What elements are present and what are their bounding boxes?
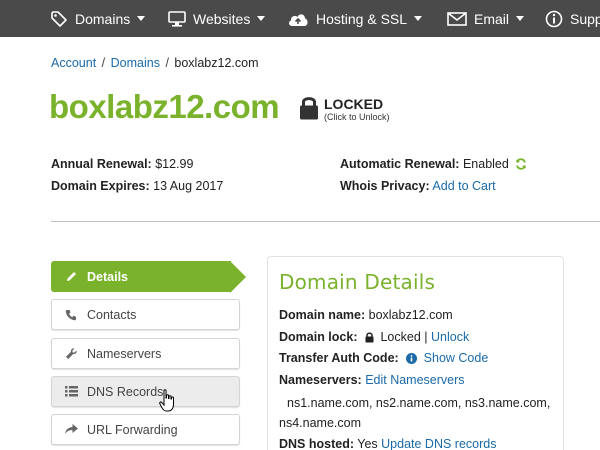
lock-hint: (Click to Unlock) [324, 112, 390, 122]
nav-support[interactable]: Supp [545, 0, 600, 37]
lock-status-label: LOCKED [324, 96, 384, 112]
info-circle-icon [406, 353, 418, 364]
top-navigation-bar: Domains Websites Hosting & SSL Email Sup… [0, 0, 600, 37]
nav-email-label: Email [474, 10, 510, 27]
sidenav-contacts[interactable]: Contacts [51, 299, 240, 330]
show-code-link[interactable]: Show Code [424, 351, 489, 365]
chevron-down-icon [414, 16, 423, 21]
annual-renewal: Annual Renewal: $12.99 [51, 157, 193, 171]
detail-domain-name: Domain name: boxlabz12.com [279, 308, 453, 322]
edit-nameservers-link[interactable]: Edit Nameservers [365, 373, 464, 387]
nameserver-list-line-1: ns1.name.com, ns2.name.com, ns3.name.com… [287, 396, 551, 410]
domain-expires-value: 13 Aug 2017 [153, 179, 224, 193]
refresh-icon[interactable] [515, 158, 527, 170]
nav-domains-label: Domains [75, 10, 131, 27]
nav-websites-label: Websites [193, 10, 251, 27]
share-arrow-icon [55, 424, 87, 435]
detail-transfer-auth: Transfer Auth Code: Show Code [279, 351, 488, 365]
detail-domain-lock-label: Domain lock: [279, 330, 358, 344]
detail-domain-lock: Domain lock: Locked | Unlock [279, 330, 469, 344]
breadcrumb-current: boxlabz12.com [174, 56, 259, 70]
sidenav-nameservers[interactable]: Nameservers [51, 338, 240, 369]
nameserver-list-line-2: ns4.name.com [279, 416, 361, 430]
padlock-icon [300, 97, 318, 120]
phone-icon [55, 309, 87, 321]
list-icon [55, 386, 87, 397]
lock-toggle[interactable]: LOCKED (Click to Unlock) [299, 95, 390, 122]
page-title: boxlabz12.com [49, 88, 280, 125]
detail-domain-name-label: Domain name: [279, 308, 366, 322]
cloud-upload-icon [289, 13, 308, 26]
section-divider [51, 221, 600, 222]
chevron-down-icon [516, 16, 525, 21]
automatic-renewal-label: Automatic Renewal: [340, 157, 460, 171]
sidenav-dns-records-label: DNS Records [87, 384, 164, 399]
sidenav-details[interactable]: Details [51, 261, 246, 293]
add-to-cart-link[interactable]: Add to Cart [432, 179, 495, 193]
small-lock-icon [365, 332, 374, 343]
nav-support-label: Supp [570, 10, 600, 27]
breadcrumb-separator: / [101, 56, 106, 70]
detail-nameservers: Nameservers: Edit Nameservers [279, 373, 465, 387]
monitor-icon [168, 10, 186, 27]
detail-nameservers-label: Nameservers: [279, 373, 362, 387]
chevron-down-icon [257, 16, 266, 21]
hand-cursor-icon [159, 389, 174, 412]
automatic-renewal-value: Enabled [462, 157, 509, 171]
breadcrumb-separator: / [165, 56, 169, 70]
detail-dns-hosted: DNS hosted: Yes Update DNS records [279, 437, 496, 450]
pencil-icon [55, 270, 87, 283]
update-dns-records-link[interactable]: Update DNS records [381, 437, 496, 450]
detail-domain-name-value: boxlabz12.com [368, 308, 453, 322]
chevron-down-icon [137, 16, 146, 21]
sidenav-url-forwarding[interactable]: URL Forwarding [51, 414, 240, 445]
nav-hosting-label: Hosting & SSL [316, 10, 408, 27]
domain-details-title: Domain Details [279, 270, 436, 294]
whois-privacy: Whois Privacy: Add to Cart [340, 179, 496, 193]
annual-renewal-label: Annual Renewal: [51, 157, 152, 171]
breadcrumb: Account / Domains / boxlabz12.com [51, 56, 258, 70]
sidenav-url-forwarding-label: URL Forwarding [87, 422, 178, 437]
envelope-icon [447, 11, 467, 26]
detail-domain-lock-value: Locked [380, 330, 421, 344]
breadcrumb-domains-link[interactable]: Domains [111, 56, 160, 70]
tag-icon [51, 10, 67, 27]
detail-dns-hosted-label: DNS hosted: [279, 437, 354, 450]
whois-privacy-label: Whois Privacy: [340, 179, 430, 193]
nav-websites[interactable]: Websites [168, 0, 266, 37]
sidenav-nameservers-label: Nameservers [87, 346, 162, 361]
sidenav-contacts-label: Contacts [87, 307, 137, 322]
nav-hosting-ssl[interactable]: Hosting & SSL [287, 0, 423, 37]
wrench-icon [55, 347, 87, 360]
automatic-renewal: Automatic Renewal: Enabled [340, 157, 527, 171]
sidenav-details-label: Details [87, 269, 128, 284]
nav-domains[interactable]: Domains [50, 0, 146, 37]
domain-expires-label: Domain Expires: [51, 179, 150, 193]
info-icon [545, 10, 563, 27]
nav-email[interactable]: Email [447, 0, 525, 37]
detail-transfer-auth-label: Transfer Auth Code: [279, 351, 399, 365]
annual-renewal-value: $12.99 [155, 157, 194, 171]
unlock-link[interactable]: Unlock [431, 330, 469, 344]
detail-dns-hosted-value: Yes [357, 437, 378, 450]
sidenav-dns-records[interactable]: DNS Records [51, 376, 240, 407]
breadcrumb-account-link[interactable]: Account [51, 56, 96, 70]
domain-expires: Domain Expires: 13 Aug 2017 [51, 179, 223, 193]
detail-lock-separator: | [424, 330, 428, 344]
